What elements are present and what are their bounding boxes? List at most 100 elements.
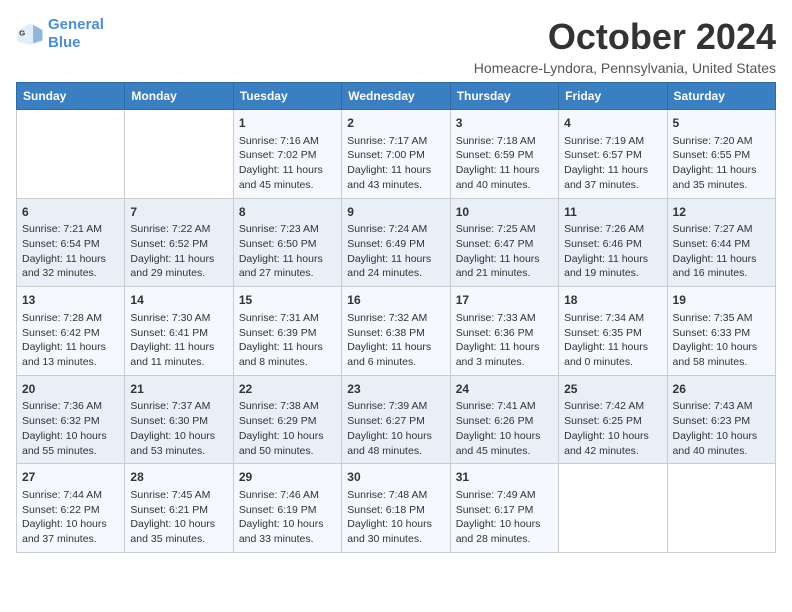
day-number: 4 (564, 115, 661, 132)
sunset-text: Sunset: 6:39 PM (239, 327, 317, 339)
calendar-cell: 15Sunrise: 7:31 AMSunset: 6:39 PMDayligh… (233, 287, 341, 376)
daylight-text: Daylight: 10 hours and 45 minutes. (456, 430, 541, 457)
daylight-text: Daylight: 10 hours and 30 minutes. (347, 518, 432, 545)
calendar-cell: 7Sunrise: 7:22 AMSunset: 6:52 PMDaylight… (125, 198, 233, 287)
sunset-text: Sunset: 6:52 PM (130, 238, 208, 250)
calendar-cell: 8Sunrise: 7:23 AMSunset: 6:50 PMDaylight… (233, 198, 341, 287)
sunrise-text: Sunrise: 7:38 AM (239, 400, 319, 412)
sunset-text: Sunset: 6:54 PM (22, 238, 100, 250)
daylight-text: Daylight: 11 hours and 45 minutes. (239, 164, 323, 191)
daylight-text: Daylight: 11 hours and 0 minutes. (564, 341, 648, 368)
month-title: October 2024 (474, 16, 776, 58)
calendar-cell: 1Sunrise: 7:16 AMSunset: 7:02 PMDaylight… (233, 110, 341, 199)
logo-general: General (48, 16, 104, 33)
calendar-cell: 23Sunrise: 7:39 AMSunset: 6:27 PMDayligh… (342, 375, 450, 464)
daylight-text: Daylight: 10 hours and 40 minutes. (673, 430, 758, 457)
day-number: 22 (239, 381, 336, 398)
sunset-text: Sunset: 6:42 PM (22, 327, 100, 339)
sunset-text: Sunset: 6:59 PM (456, 149, 534, 161)
sunset-text: Sunset: 6:55 PM (673, 149, 751, 161)
day-number: 31 (456, 469, 553, 486)
sunrise-text: Sunrise: 7:21 AM (22, 223, 102, 235)
calendar-cell: 2Sunrise: 7:17 AMSunset: 7:00 PMDaylight… (342, 110, 450, 199)
day-number: 13 (22, 292, 119, 309)
day-number: 10 (456, 204, 553, 221)
daylight-text: Daylight: 10 hours and 50 minutes. (239, 430, 324, 457)
day-number: 11 (564, 204, 661, 221)
calendar-cell: 24Sunrise: 7:41 AMSunset: 6:26 PMDayligh… (450, 375, 558, 464)
sunrise-text: Sunrise: 7:27 AM (673, 223, 753, 235)
day-header-wednesday: Wednesday (342, 83, 450, 110)
daylight-text: Daylight: 11 hours and 24 minutes. (347, 253, 431, 280)
day-number: 28 (130, 469, 227, 486)
sunrise-text: Sunrise: 7:45 AM (130, 489, 210, 501)
calendar-cell: 21Sunrise: 7:37 AMSunset: 6:30 PMDayligh… (125, 375, 233, 464)
day-number: 15 (239, 292, 336, 309)
daylight-text: Daylight: 10 hours and 53 minutes. (130, 430, 215, 457)
calendar-cell: 27Sunrise: 7:44 AMSunset: 6:22 PMDayligh… (17, 464, 125, 553)
sunset-text: Sunset: 6:38 PM (347, 327, 425, 339)
day-header-saturday: Saturday (667, 83, 775, 110)
daylight-text: Daylight: 11 hours and 29 minutes. (130, 253, 214, 280)
sunrise-text: Sunrise: 7:18 AM (456, 135, 536, 147)
sunset-text: Sunset: 6:32 PM (22, 415, 100, 427)
sunrise-text: Sunrise: 7:42 AM (564, 400, 644, 412)
logo: G General Blue (16, 16, 104, 52)
title-block: October 2024 Homeacre-Lyndora, Pennsylva… (474, 16, 776, 76)
svg-text:G: G (19, 29, 25, 38)
sunrise-text: Sunrise: 7:24 AM (347, 223, 427, 235)
sunset-text: Sunset: 6:41 PM (130, 327, 208, 339)
day-number: 18 (564, 292, 661, 309)
day-number: 2 (347, 115, 444, 132)
sunrise-text: Sunrise: 7:19 AM (564, 135, 644, 147)
daylight-text: Daylight: 10 hours and 35 minutes. (130, 518, 215, 545)
sunrise-text: Sunrise: 7:39 AM (347, 400, 427, 412)
sunrise-text: Sunrise: 7:26 AM (564, 223, 644, 235)
sunrise-text: Sunrise: 7:32 AM (347, 312, 427, 324)
week-row-4: 20Sunrise: 7:36 AMSunset: 6:32 PMDayligh… (17, 375, 776, 464)
day-number: 24 (456, 381, 553, 398)
daylight-text: Daylight: 11 hours and 35 minutes. (673, 164, 757, 191)
day-number: 3 (456, 115, 553, 132)
sunrise-text: Sunrise: 7:17 AM (347, 135, 427, 147)
logo-icon: G (16, 20, 44, 48)
sunrise-text: Sunrise: 7:35 AM (673, 312, 753, 324)
sunrise-text: Sunrise: 7:16 AM (239, 135, 319, 147)
sunset-text: Sunset: 6:27 PM (347, 415, 425, 427)
calendar-cell: 30Sunrise: 7:48 AMSunset: 6:18 PMDayligh… (342, 464, 450, 553)
calendar-cell: 5Sunrise: 7:20 AMSunset: 6:55 PMDaylight… (667, 110, 775, 199)
sunset-text: Sunset: 6:21 PM (130, 504, 208, 516)
daylight-text: Daylight: 10 hours and 48 minutes. (347, 430, 432, 457)
daylight-text: Daylight: 10 hours and 37 minutes. (22, 518, 107, 545)
day-number: 27 (22, 469, 119, 486)
daylight-text: Daylight: 11 hours and 6 minutes. (347, 341, 431, 368)
daylight-text: Daylight: 11 hours and 32 minutes. (22, 253, 106, 280)
day-number: 12 (673, 204, 770, 221)
calendar-cell: 18Sunrise: 7:34 AMSunset: 6:35 PMDayligh… (559, 287, 667, 376)
sunset-text: Sunset: 6:33 PM (673, 327, 751, 339)
calendar-cell: 31Sunrise: 7:49 AMSunset: 6:17 PMDayligh… (450, 464, 558, 553)
sunset-text: Sunset: 6:22 PM (22, 504, 100, 516)
calendar-cell: 14Sunrise: 7:30 AMSunset: 6:41 PMDayligh… (125, 287, 233, 376)
page-header: G General Blue October 2024 Homeacre-Lyn… (16, 16, 776, 76)
day-number: 14 (130, 292, 227, 309)
day-number: 5 (673, 115, 770, 132)
day-number: 19 (673, 292, 770, 309)
daylight-text: Daylight: 11 hours and 8 minutes. (239, 341, 323, 368)
calendar-cell: 19Sunrise: 7:35 AMSunset: 6:33 PMDayligh… (667, 287, 775, 376)
calendar-cell: 26Sunrise: 7:43 AMSunset: 6:23 PMDayligh… (667, 375, 775, 464)
logo-text: General Blue (48, 16, 104, 52)
calendar-cell (125, 110, 233, 199)
sunrise-text: Sunrise: 7:23 AM (239, 223, 319, 235)
daylight-text: Daylight: 10 hours and 33 minutes. (239, 518, 324, 545)
day-number: 29 (239, 469, 336, 486)
sunrise-text: Sunrise: 7:49 AM (456, 489, 536, 501)
daylight-text: Daylight: 11 hours and 43 minutes. (347, 164, 431, 191)
calendar-table: SundayMondayTuesdayWednesdayThursdayFrid… (16, 82, 776, 553)
sunrise-text: Sunrise: 7:48 AM (347, 489, 427, 501)
day-number: 6 (22, 204, 119, 221)
sunrise-text: Sunrise: 7:28 AM (22, 312, 102, 324)
calendar-cell: 10Sunrise: 7:25 AMSunset: 6:47 PMDayligh… (450, 198, 558, 287)
day-header-sunday: Sunday (17, 83, 125, 110)
sunset-text: Sunset: 6:35 PM (564, 327, 642, 339)
